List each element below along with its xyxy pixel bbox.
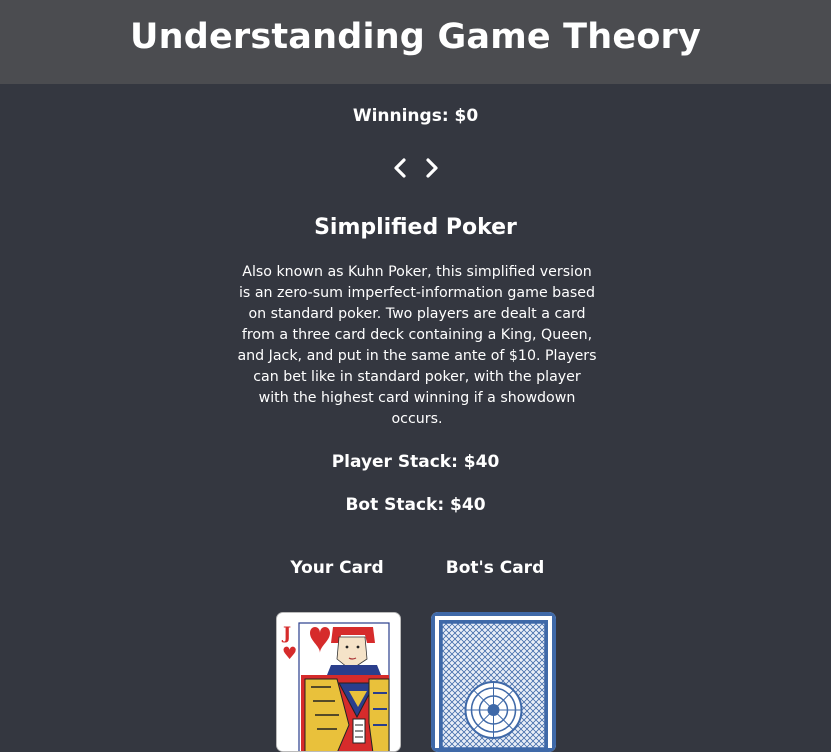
page-title: Understanding Game Theory [129,17,702,57]
game-title: Simplified Poker [314,215,517,240]
winnings-display: Winnings: $0 [352,106,479,126]
card-back-medallion [464,681,523,739]
bot-stack: Bot Stack: $40 [345,495,486,515]
player-stack: Player Stack: $40 [331,452,500,472]
previous-game-button[interactable] [391,154,409,182]
next-game-button[interactable] [423,154,441,182]
page-header: Understanding Game Theory [0,0,831,84]
bot-card [431,612,556,752]
game-navigation [0,154,831,182]
card-back [431,612,556,752]
jack-of-hearts-card: J ♥ [277,613,400,751]
chevron-left-icon [393,158,406,178]
bot-card-label: Bot's Card [445,558,545,578]
game-description: Also known as Kuhn Poker, this simplifie… [237,264,597,427]
chevron-right-icon [425,158,438,178]
card-rank-index: J [281,624,291,644]
card-suit-index: ♥ [282,644,297,664]
your-card-label: Your Card [290,558,384,578]
your-card: J ♥ [276,612,401,752]
